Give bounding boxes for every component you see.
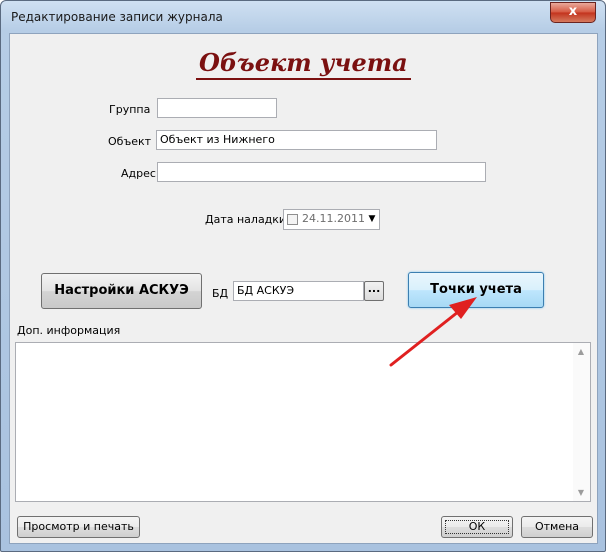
- annotation-arrow-shaft: [389, 306, 465, 367]
- dialog-window: Редактирование записи журнала x Объект у…: [0, 0, 606, 552]
- annotation-arrow: [389, 297, 477, 367]
